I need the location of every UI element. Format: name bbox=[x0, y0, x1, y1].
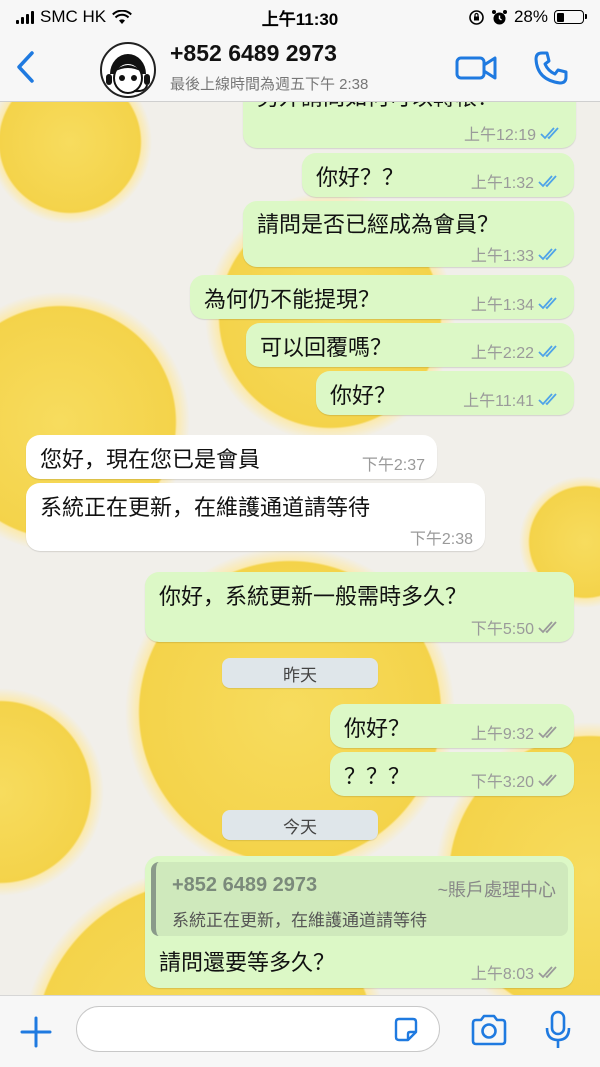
date-separator-yesterday: 昨天 bbox=[222, 658, 378, 688]
status-right: 28% bbox=[468, 7, 587, 27]
message-time: 上午9:32 bbox=[470, 726, 534, 743]
message-bubble-out[interactable]: 你好？？ 上午1:32 bbox=[302, 153, 574, 197]
chat-area[interactable]: 另外請問如何可以轉帳？ 上午12:19 你好？？ 上午1:32 請問是否已經成為… bbox=[0, 102, 600, 995]
message-text: 您好，現在您已是會員 bbox=[40, 447, 261, 472]
message-text: 你好？ bbox=[330, 383, 397, 408]
message-text: 可以回覆嗎？ bbox=[260, 335, 393, 360]
message-text: 系統正在更新，在維護通道請等待 bbox=[40, 495, 371, 520]
message-time: 下午2:38 bbox=[409, 531, 473, 548]
message-text: 你好？ bbox=[344, 716, 411, 741]
message-bubble-out[interactable]: 你好，系統更新一般需時多久？ 下午5:50 bbox=[145, 572, 574, 642]
message-bubble-in[interactable]: 您好，現在您已是會員 下午2:37 bbox=[26, 435, 437, 479]
carrier-label: SMC HK bbox=[40, 7, 107, 26]
message-bubble-out[interactable]: +852 6489 2973 ~賬戶處理中心 系統正在更新，在維護通道請等待 請… bbox=[145, 856, 574, 988]
chevron-left-icon[interactable] bbox=[12, 50, 40, 84]
read-receipt-icon bbox=[538, 345, 557, 358]
read-receipt-icon bbox=[538, 393, 557, 406]
message-input[interactable] bbox=[76, 1006, 440, 1052]
delivered-receipt-icon bbox=[538, 966, 557, 979]
chat-header: +852 6489 2973 最後上線時間為週五下午 2:38 bbox=[0, 34, 600, 102]
message-time: 上午12:19 bbox=[463, 127, 536, 144]
battery-percent: 28% bbox=[513, 7, 548, 26]
message-bubble-out[interactable]: 你好？ 上午9:32 bbox=[330, 704, 574, 748]
message-time: 上午1:33 bbox=[470, 248, 534, 265]
status-bar: SMC HK 上午11:30 28% bbox=[0, 0, 600, 34]
message-bubble-out[interactable]: 請問是否已經成為會員？ 上午1:33 bbox=[243, 201, 574, 267]
message-bubble-out[interactable]: 你好？ 上午11:41 bbox=[316, 371, 574, 415]
message-meta: 上午2:22 bbox=[471, 339, 562, 363]
read-receipt-icon bbox=[538, 297, 557, 310]
phone-icon[interactable] bbox=[533, 50, 569, 86]
message-bubble-out[interactable]: 另外請問如何可以轉帳？ 上午12:19 bbox=[243, 102, 576, 148]
delivered-receipt-icon bbox=[538, 774, 557, 787]
delivered-receipt-icon bbox=[538, 621, 557, 634]
message-text: 你好，系統更新一般需時多久？ bbox=[159, 584, 468, 609]
message-time: 上午8:03 bbox=[470, 966, 534, 983]
battery-icon bbox=[554, 10, 587, 24]
message-bubble-in[interactable]: 系統正在更新，在維護通道請等待 下午2:38 bbox=[26, 483, 485, 551]
message-meta: 上午1:34 bbox=[471, 291, 562, 315]
message-bubble-out[interactable]: 可以回覆嗎？ 上午2:22 bbox=[246, 323, 574, 367]
status-left: SMC HK bbox=[16, 7, 133, 27]
message-time: 上午1:32 bbox=[470, 175, 534, 192]
contact-name[interactable]: +852 6489 2973 bbox=[170, 40, 337, 67]
rotation-lock-icon bbox=[469, 9, 484, 25]
message-bubble-out[interactable]: 為何仍不能提現？ 上午1:34 bbox=[190, 275, 574, 319]
delivered-receipt-icon bbox=[538, 726, 557, 739]
message-meta: 上午8:03 bbox=[471, 960, 562, 984]
message-time: 下午5:50 bbox=[470, 621, 534, 638]
message-text: 你好？？ bbox=[316, 165, 405, 190]
message-text: ？？？ bbox=[344, 764, 411, 789]
message-meta: 上午1:32 bbox=[471, 169, 562, 193]
video-icon[interactable] bbox=[455, 52, 497, 84]
message-text: 請問還要等多久？ bbox=[159, 950, 336, 975]
signal-icon bbox=[16, 10, 34, 24]
message-time: 上午2:22 bbox=[470, 345, 534, 362]
quoted-sender-tag: ~賬戶處理中心 bbox=[437, 880, 556, 900]
message-text: 另外請問如何可以轉帳？ bbox=[257, 102, 499, 112]
plus-icon[interactable] bbox=[18, 1014, 54, 1050]
message-text: 為何仍不能提現？ bbox=[204, 287, 381, 312]
message-time: 下午2:37 bbox=[361, 457, 425, 474]
avatar[interactable] bbox=[100, 42, 156, 98]
input-bar bbox=[0, 995, 600, 1067]
message-meta: 上午11:41 bbox=[463, 387, 562, 411]
sticker-icon[interactable] bbox=[392, 1016, 420, 1044]
quoted-text: 系統正在更新，在維護通道請等待 bbox=[172, 911, 427, 930]
camera-icon[interactable] bbox=[470, 1014, 508, 1046]
microphone-icon[interactable] bbox=[545, 1010, 571, 1050]
message-bubble-out[interactable]: ？？？ 下午3:20 bbox=[330, 752, 574, 796]
read-receipt-icon bbox=[540, 127, 559, 140]
read-receipt-icon bbox=[538, 175, 557, 188]
date-separator-today: 今天 bbox=[222, 810, 378, 840]
headset-agent-icon bbox=[106, 54, 150, 94]
message-meta: 上午12:19 bbox=[464, 121, 564, 145]
message-meta: 上午9:32 bbox=[471, 720, 562, 744]
message-time: 上午11:41 bbox=[463, 393, 534, 410]
message-time: 上午1:34 bbox=[470, 297, 534, 314]
message-meta: 下午3:20 bbox=[471, 768, 562, 792]
last-seen-status: 最後上線時間為週五下午 2:38 bbox=[170, 76, 369, 93]
quoted-message[interactable]: +852 6489 2973 ~賬戶處理中心 系統正在更新，在維護通道請等待 bbox=[151, 862, 568, 936]
wifi-icon bbox=[112, 9, 133, 24]
message-text: 請問是否已經成為會員？ bbox=[257, 212, 500, 237]
read-receipt-icon bbox=[538, 248, 557, 261]
message-time: 下午3:20 bbox=[470, 774, 534, 791]
alarm-icon bbox=[491, 9, 507, 24]
quoted-sender: +852 6489 2973 bbox=[172, 874, 318, 896]
message-meta: 下午5:50 bbox=[471, 615, 562, 639]
message-meta: 上午1:33 bbox=[471, 242, 562, 266]
